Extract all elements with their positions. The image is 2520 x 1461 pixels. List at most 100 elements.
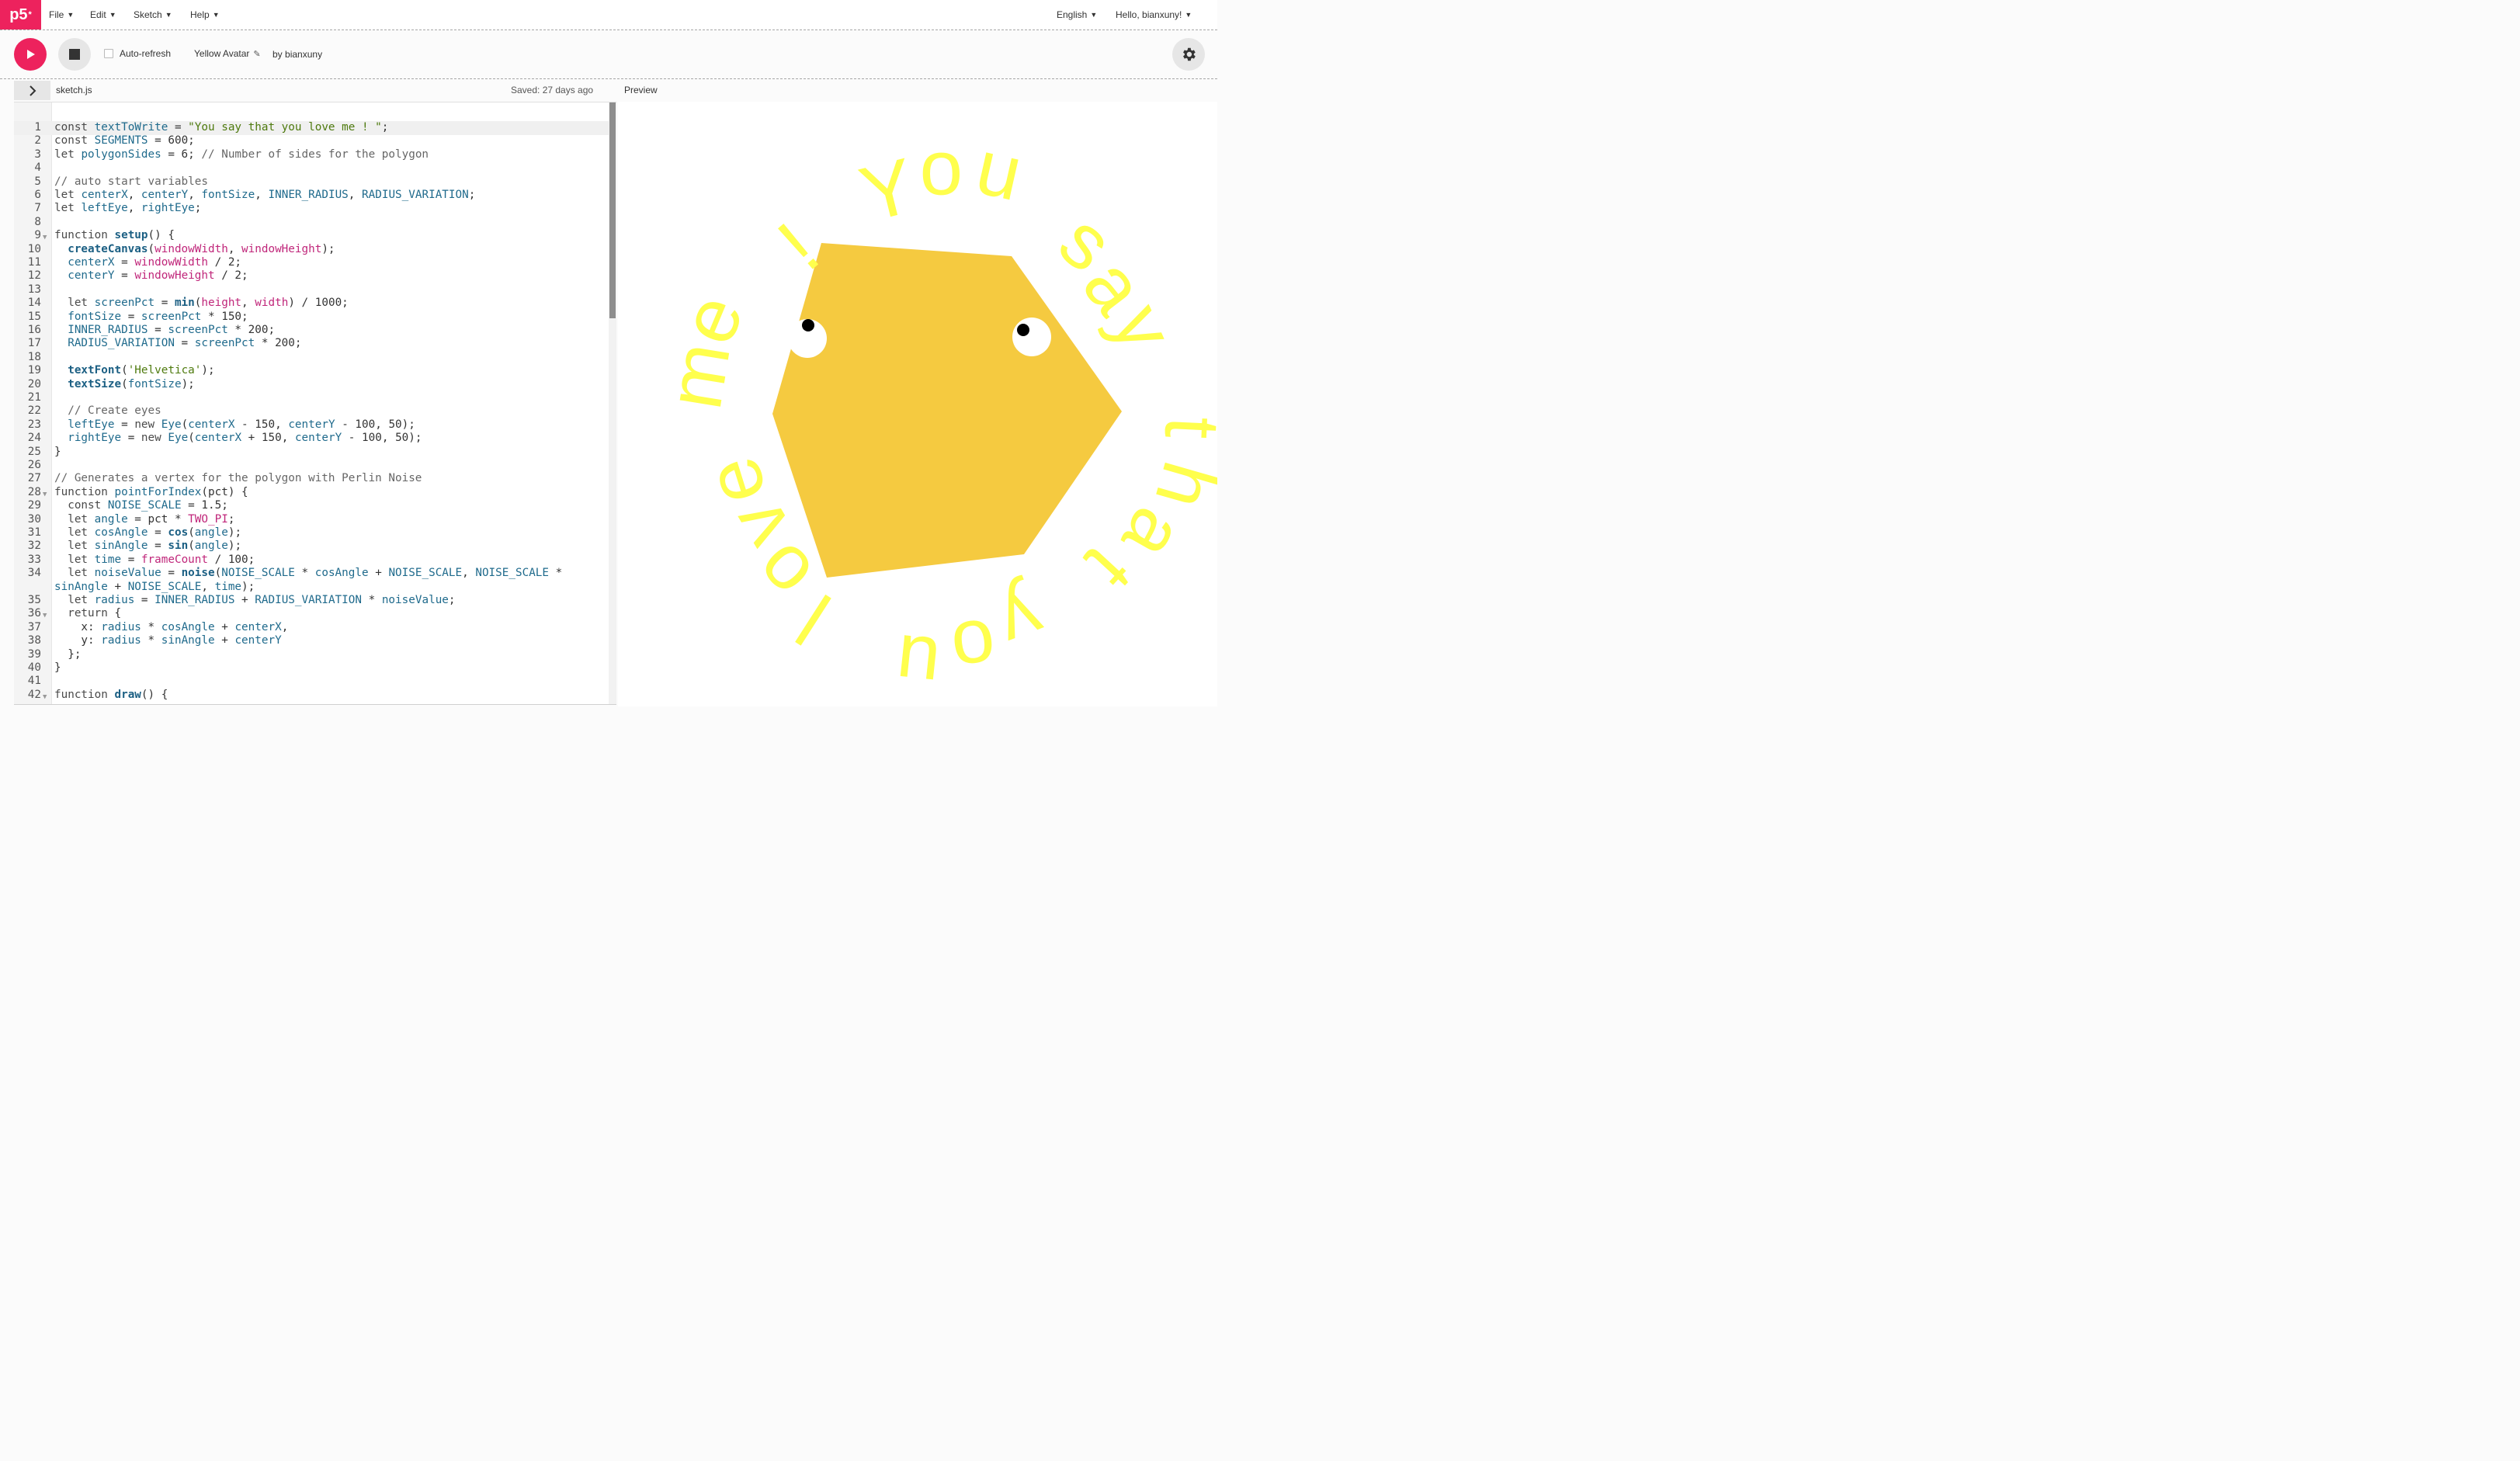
code-line[interactable]: function draw() {	[54, 689, 168, 702]
code-line[interactable]: }	[54, 446, 61, 459]
ring-letter: t	[1148, 415, 1217, 440]
code-line[interactable]: const SEGMENTS = 600;	[54, 134, 195, 147]
code-line[interactable]: let angle = pct * TWO_PI;	[54, 513, 234, 526]
code-line[interactable]: // auto start variables	[54, 175, 208, 189]
fold-arrow-icon[interactable]: ▼	[43, 488, 47, 501]
line-number: 37	[27, 620, 41, 633]
caret-down-icon: ▼	[109, 11, 116, 19]
code-line[interactable]: sinAngle + NOISE_SCALE, time);	[54, 581, 255, 594]
code-line[interactable]: function pointForIndex(pct) {	[54, 486, 248, 499]
caret-down-icon: ▼	[212, 11, 220, 19]
line-number: 20	[27, 377, 41, 390]
code-line[interactable]: let polygonSides = 6; // Number of sides…	[54, 148, 429, 161]
code-line[interactable]: createCanvas(windowWidth, windowHeight);	[54, 243, 335, 256]
line-number: 9	[34, 229, 41, 242]
line-number: 24	[27, 432, 41, 445]
code-line[interactable]: RADIUS_VARIATION = screenPct * 200;	[54, 337, 301, 350]
menu-help[interactable]: Help ▼	[190, 0, 220, 29]
code-line[interactable]: rightEye = new Eye(centerX + 150, center…	[54, 432, 422, 445]
stop-button[interactable]	[58, 38, 91, 71]
line-number: 6	[34, 189, 41, 201]
line-number: 19	[27, 364, 41, 377]
code-line[interactable]: let leftEye, rightEye;	[54, 202, 201, 215]
line-number: 11	[27, 256, 41, 269]
line-number: 35	[27, 594, 41, 606]
menu-file[interactable]: File ▼	[49, 0, 74, 29]
code-line[interactable]: };	[54, 648, 81, 661]
code-line[interactable]: const textToWrite = "You say that you lo…	[54, 121, 388, 134]
sketch-name-text: Yellow Avatar	[194, 48, 250, 59]
ring-letter: o	[947, 602, 1001, 693]
file-tab[interactable]: sketch.js	[56, 85, 92, 95]
editor-scrollbar[interactable]	[609, 102, 616, 704]
right-eye-pupil	[1017, 324, 1029, 336]
author-byline: by bianxuny	[272, 49, 322, 60]
sidebar-toggle-button[interactable]	[14, 81, 50, 100]
language-menu[interactable]: English ▼	[1057, 0, 1097, 29]
line-number: 23	[27, 418, 41, 431]
code-line[interactable]: // Generates a vertex for the polygon wi…	[54, 472, 422, 485]
pencil-icon[interactable]: ✎	[253, 49, 260, 59]
code-editor[interactable]: 1 const textToWrite = "You say that you l…	[14, 102, 616, 705]
settings-button[interactable]	[1172, 38, 1205, 71]
code-line[interactable]: let sinAngle = sin(angle);	[54, 540, 241, 553]
code-line[interactable]: y: radius * sinAngle + centerY	[54, 634, 281, 647]
code-line[interactable]: INNER_RADIUS = screenPct * 200;	[54, 324, 275, 337]
line-number: 33	[27, 553, 41, 566]
preview-canvas[interactable]: Yo u s a y t h a t y o u l o v e m e!	[618, 102, 1217, 706]
chevron-right-icon	[29, 85, 36, 96]
line-number: 40	[27, 661, 41, 674]
ring-letter: u	[969, 123, 1030, 217]
p5-editor-window: p5 * File ▼ Edit ▼ Sketch ▼ Help ▼ English ▼ H…	[0, 0, 1217, 706]
saved-status: Saved: 27 days ago	[511, 85, 594, 95]
p5-logo[interactable]: p5 *	[0, 0, 41, 29]
ring-letter: y	[988, 573, 1054, 668]
code-line[interactable]: let cosAngle = cos(angle);	[54, 526, 241, 540]
line-number: 4	[34, 161, 41, 175]
line-number: 14	[27, 297, 41, 310]
code-line[interactable]: centerX = windowWidth / 2;	[54, 256, 241, 269]
play-button[interactable]	[14, 38, 47, 71]
code-line[interactable]: let radius = INNER_RADIUS + RADIUS_VARIA…	[54, 594, 455, 607]
code-line[interactable]: let centerX, centerY, fontSize, INNER_RA…	[54, 189, 475, 202]
code-line[interactable]: fontSize = screenPct * 150;	[54, 311, 248, 324]
code-line[interactable]: let time = frameCount / 100;	[54, 554, 255, 567]
code-line[interactable]: function setup() {	[54, 229, 175, 242]
line-number: 42	[27, 688, 41, 701]
caret-down-icon: ▼	[1185, 11, 1192, 19]
caret-down-icon: ▼	[165, 11, 172, 19]
editor-scrollbar-thumb[interactable]	[609, 102, 616, 318]
code-line[interactable]: leftEye = new Eye(centerX - 150, centerY…	[54, 418, 415, 432]
author-link[interactable]: bianxuny	[285, 49, 322, 60]
fold-arrow-icon[interactable]: ▼	[43, 609, 47, 623]
line-number: 25	[27, 445, 41, 458]
line-number: 26	[27, 459, 41, 471]
sketch-name[interactable]: Yellow Avatar ✎	[194, 48, 261, 59]
fold-arrow-icon[interactable]: ▼	[43, 231, 47, 245]
code-line[interactable]: x: radius * cosAngle + centerX,	[54, 621, 288, 634]
line-number: 36	[27, 607, 41, 620]
auto-refresh-toggle[interactable]: Auto-refresh	[104, 48, 171, 59]
code-line[interactable]: centerY = windowHeight / 2;	[54, 269, 248, 283]
line-number: 16	[27, 324, 41, 336]
code-line[interactable]: textSize(fontSize);	[54, 378, 195, 391]
line-number: 29	[27, 499, 41, 512]
user-menu[interactable]: Hello, bianxuny! ▼	[1116, 0, 1192, 29]
code-line[interactable]: return {	[54, 607, 121, 620]
fold-arrow-icon[interactable]: ▼	[43, 691, 47, 704]
line-number: 31	[27, 526, 41, 539]
line-number: 39	[27, 647, 41, 661]
line-number: 12	[27, 269, 41, 283]
menu-edit[interactable]: Edit ▼	[90, 0, 116, 29]
menu-sketch[interactable]: Sketch ▼	[134, 0, 172, 29]
line-number: 7	[34, 202, 41, 215]
code-line[interactable]: // Create eyes	[54, 404, 161, 418]
code-line[interactable]: textFont('Helvetica');	[54, 364, 214, 377]
code-line[interactable]: let noiseValue = noise(NOISE_SCALE * cos…	[54, 567, 562, 580]
code-line[interactable]: }	[54, 661, 61, 675]
code-line[interactable]: let screenPct = min(height, width) / 100…	[54, 297, 349, 310]
line-number: 8	[34, 215, 41, 228]
code-line[interactable]: const NOISE_SCALE = 1.5;	[54, 499, 228, 512]
line-number: 32	[27, 540, 41, 553]
auto-refresh-checkbox[interactable]	[104, 49, 113, 58]
